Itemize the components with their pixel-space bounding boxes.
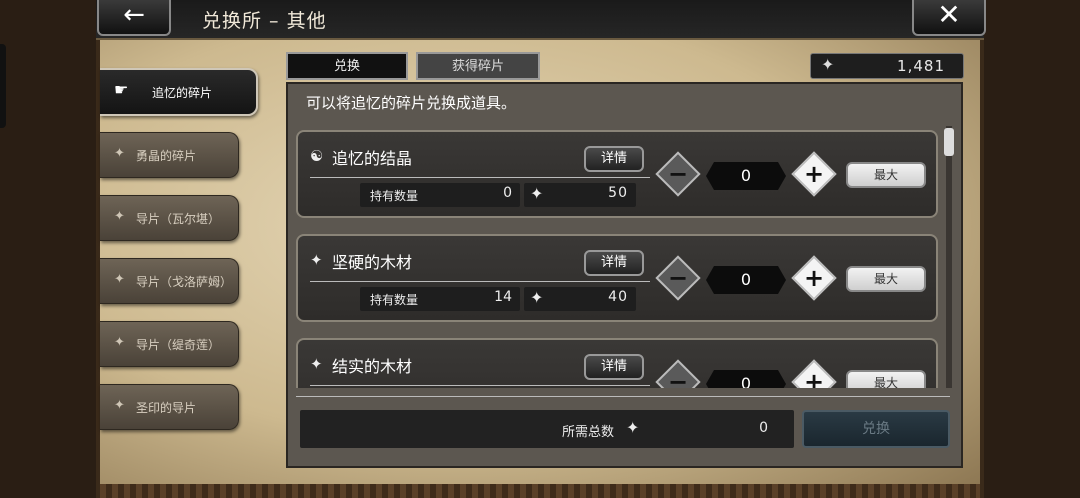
quantity-field[interactable]: 0 [706, 266, 786, 294]
tab-exchange[interactable]: 兑换 [286, 52, 408, 80]
decrease-button[interactable]: − [655, 151, 701, 197]
held-count: 14 [494, 289, 512, 305]
item-list[interactable]: ☯ 追忆的结晶 详情 持有数量 0 ✦ 50 − 0 + 最大 ✦ 坚硬的木材 … [296, 126, 942, 388]
back-arrow-icon: ← [123, 0, 145, 30]
shard-icon: ✦ [310, 251, 323, 269]
shard-icon: ✦ [530, 184, 544, 203]
shard-icon: ✦ [114, 335, 125, 350]
minus-icon: − [667, 368, 689, 388]
divider [310, 281, 650, 282]
quantity-field[interactable]: 0 [706, 370, 786, 388]
divider [310, 385, 650, 386]
increase-button[interactable]: + [791, 255, 837, 301]
sidebar-item-brave-crystal-shard[interactable]: ✦ 勇晶的碎片 [100, 132, 239, 178]
item-name: 坚硬的木材 [332, 253, 413, 272]
quantity-field[interactable]: 0 [706, 162, 786, 190]
total-value: 0 [759, 420, 768, 436]
divider [296, 396, 950, 397]
plus-icon: + [803, 368, 825, 388]
list-item: ✦ 坚硬的木材 详情 持有数量 14 ✦ 40 − 0 + 最大 [296, 234, 938, 322]
sidebar-item-label: 导片（戈洛萨姆） [136, 275, 233, 289]
sidebar-item-memory-shard[interactable]: ☛ 追忆的碎片 [100, 68, 258, 116]
shard-icon: ✦ [821, 55, 835, 74]
window-edge [0, 44, 6, 128]
panel-description: 可以将追忆的碎片兑换成道具。 [306, 94, 517, 112]
max-button[interactable]: 最大 [846, 162, 926, 188]
shard-icon: ✦ [114, 398, 125, 413]
minus-icon: − [667, 264, 689, 292]
max-button[interactable]: 最大 [846, 370, 926, 388]
held-label: 持有数量 [370, 293, 419, 307]
increase-button[interactable]: + [791, 151, 837, 197]
shard-icon: ✦ [310, 355, 323, 373]
back-button[interactable]: ← [97, 0, 171, 36]
sidebar-item-label: 勇晶的碎片 [136, 149, 197, 163]
held-label: 持有数量 [370, 189, 419, 203]
scrollbar-track[interactable] [946, 126, 952, 388]
shard-icon: ✦ [530, 288, 544, 307]
tab-obtain-shards[interactable]: 获得碎片 [416, 52, 540, 80]
total-label: 所需总数 [562, 425, 615, 440]
detail-button[interactable]: 详情 [584, 146, 644, 172]
close-button[interactable]: ✕ [912, 0, 986, 36]
currency-display: ✦ 1,481 [810, 53, 964, 79]
cost-value: 50 [608, 185, 628, 201]
shard-icon: ✦ [114, 146, 125, 161]
plus-icon: + [803, 264, 825, 292]
divider [310, 177, 650, 178]
increase-button[interactable]: + [791, 359, 837, 388]
cost-value: 40 [608, 289, 628, 305]
shard-icon: ✦ [114, 209, 125, 224]
item-name: 结实的木材 [332, 357, 413, 376]
shard-icon: ✦ [114, 272, 125, 287]
max-button[interactable]: 最大 [846, 266, 926, 292]
sidebar-item-guide-tichilian[interactable]: ✦ 导片（缇奇莲） [100, 321, 239, 367]
crystal-icon: ☯ [310, 147, 324, 165]
sidebar-item-label: 导片（瓦尔堪） [136, 212, 221, 226]
decrease-button[interactable]: − [655, 359, 701, 388]
exchange-button[interactable]: 兑换 [802, 410, 950, 448]
sidebar-item-label: 圣印的导片 [136, 401, 197, 415]
held-count: 0 [503, 185, 512, 201]
sidebar-item-label: 追忆的碎片 [152, 86, 213, 100]
scrollbar-thumb[interactable] [944, 128, 954, 156]
sidebar-item-label: 导片（缇奇莲） [136, 338, 221, 352]
page-title: 兑换所 – 其他 [202, 10, 327, 32]
item-name: 追忆的结晶 [332, 149, 413, 168]
detail-button[interactable]: 详情 [584, 354, 644, 380]
sidebar-item-guide-golossam[interactable]: ✦ 导片（戈洛萨姆） [100, 258, 239, 304]
list-item: ✦ 结实的木材 详情 − 0 + 最大 [296, 338, 938, 388]
shard-icon: ✦ [626, 418, 640, 437]
list-item: ☯ 追忆的结晶 详情 持有数量 0 ✦ 50 − 0 + 最大 [296, 130, 938, 218]
close-icon: ✕ [937, 0, 961, 31]
detail-button[interactable]: 详情 [584, 250, 644, 276]
sidebar-item-seal-guide[interactable]: ✦ 圣印的导片 [100, 384, 239, 430]
pointing-hand-icon: ☛ [114, 80, 129, 99]
minus-icon: − [667, 160, 689, 188]
currency-value: 1,481 [897, 57, 945, 75]
plus-icon: + [803, 160, 825, 188]
decrease-button[interactable]: − [655, 255, 701, 301]
sidebar-item-guide-vulcan[interactable]: ✦ 导片（瓦尔堪） [100, 195, 239, 241]
